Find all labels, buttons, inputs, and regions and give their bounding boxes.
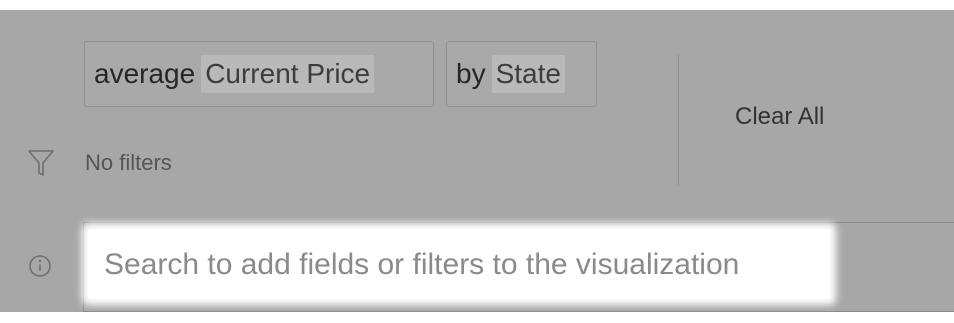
filter-icon[interactable] (27, 146, 55, 178)
pill-grouping-word: by (456, 58, 486, 89)
pill-aggregation-word: average (94, 58, 196, 89)
vertical-divider (678, 55, 679, 185)
clear-all-button[interactable]: Clear All (735, 103, 824, 131)
info-icon[interactable] (28, 254, 52, 278)
query-pill-average-current-price[interactable]: average Current Price (84, 41, 434, 107)
pill-field-name: Current Price (201, 55, 375, 93)
search-input[interactable] (104, 238, 824, 292)
pill-field-name: State (491, 55, 565, 93)
query-pill-by-state[interactable]: by State (446, 41, 597, 107)
filter-status-text: No filters (85, 150, 172, 175)
